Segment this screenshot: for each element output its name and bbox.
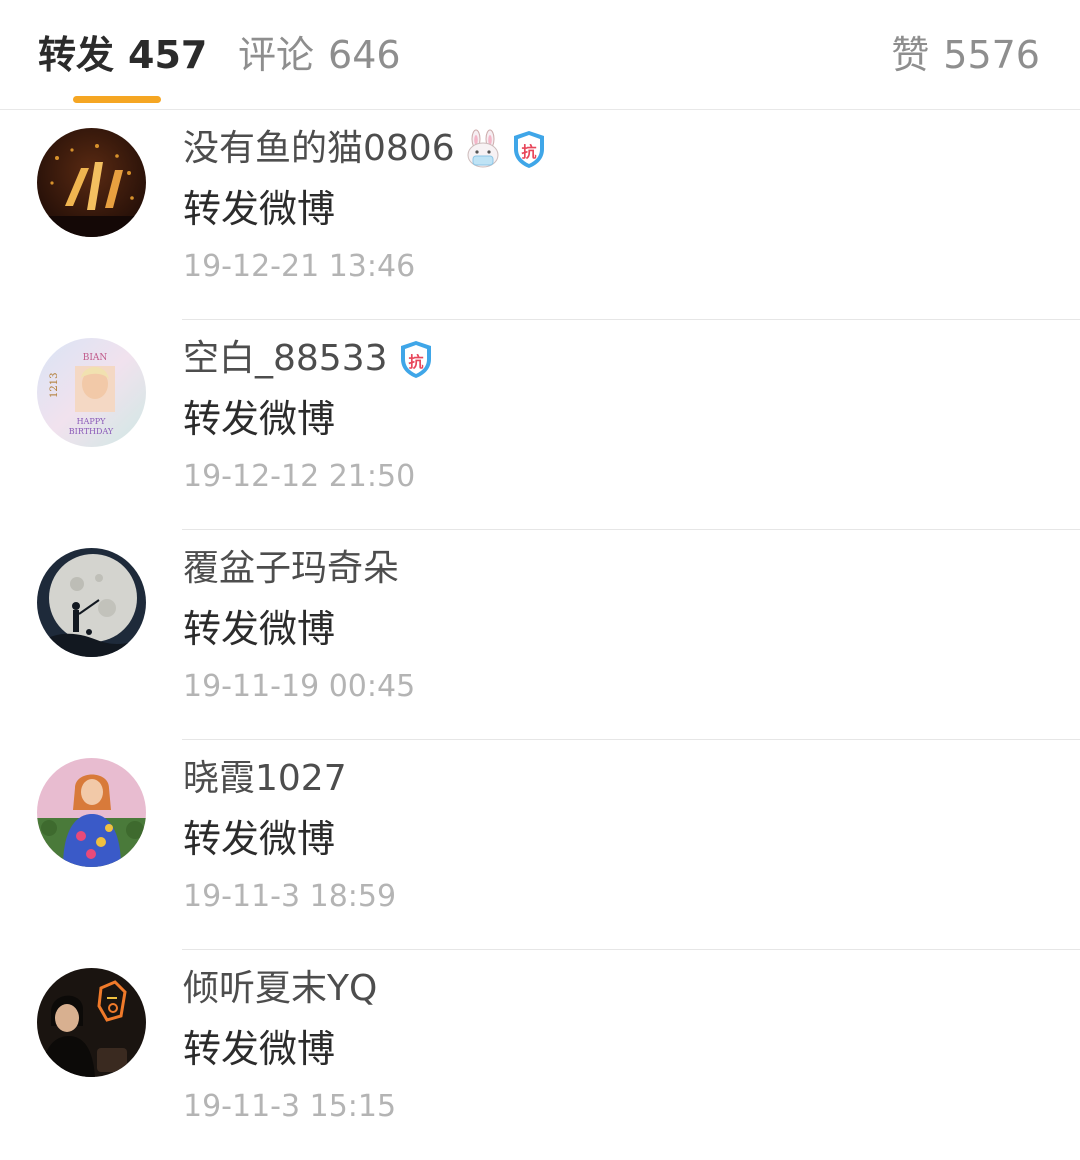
tab-comment-label: 评论 (238, 33, 315, 77)
list-item[interactable]: BIAN HAPPY BIRTHDAY 1213 空白_88533 抗 转发微博… (0, 320, 1080, 530)
name-row: 晓霞1027 (183, 754, 347, 804)
list-item[interactable]: 覆盆子玛奇朵 转发微博 19-11-19 00:45 (0, 530, 1080, 740)
username[interactable]: 空白_88533 (183, 334, 388, 384)
list-item[interactable]: 没有鱼的猫0806 抗 转发微博 19-12-21 13:46 (0, 110, 1080, 320)
repost-content: 转发微博 (183, 607, 336, 651)
list-item[interactable]: 倾听夏末YQ 转发微博 19-11-3 15:15 (0, 950, 1080, 1160)
timestamp: 19-12-21 13:46 (183, 249, 416, 284)
tab-repost[interactable]: 转发 457 (38, 30, 207, 80)
active-tab-indicator (73, 96, 161, 103)
tab-like-label: 赞 (891, 33, 930, 77)
repost-content: 转发微博 (183, 397, 336, 441)
username[interactable]: 晓霞1027 (183, 754, 347, 804)
svg-text:BIAN: BIAN (83, 353, 108, 363)
tab-comment-count: 646 (328, 33, 401, 77)
name-row: 没有鱼的猫0806 抗 (183, 124, 547, 174)
repost-content: 转发微博 (183, 187, 336, 231)
avatar[interactable] (37, 128, 146, 237)
timestamp: 19-12-12 21:50 (183, 459, 416, 494)
tab-like-count: 5576 (943, 33, 1040, 77)
list-item[interactable]: 晓霞1027 转发微博 19-11-3 18:59 (0, 740, 1080, 950)
username[interactable]: 倾听夏末YQ (183, 964, 377, 1014)
repost-content: 转发微博 (183, 817, 336, 861)
avatar[interactable]: BIAN HAPPY BIRTHDAY 1213 (37, 338, 146, 447)
username[interactable]: 没有鱼的猫0806 (183, 124, 455, 174)
avatar[interactable] (37, 968, 146, 1077)
shield-kang-icon: 抗 (511, 129, 547, 169)
name-row: 覆盆子玛奇朵 (183, 544, 399, 594)
username[interactable]: 覆盆子玛奇朵 (183, 544, 399, 594)
svg-text:HAPPY: HAPPY (77, 417, 107, 426)
svg-text:抗: 抗 (521, 143, 536, 161)
tab-comment[interactable]: 评论 646 (238, 30, 401, 80)
svg-text:BIRTHDAY: BIRTHDAY (69, 427, 114, 436)
name-row: 倾听夏末YQ (183, 964, 377, 1014)
tab-repost-count: 457 (128, 33, 208, 77)
repost-content: 转发微博 (183, 1027, 336, 1071)
avatar[interactable] (37, 548, 146, 657)
tab-like[interactable]: 赞 5576 (891, 30, 1040, 80)
name-row: 空白_88533 抗 (183, 334, 434, 384)
avatar[interactable] (37, 758, 146, 867)
timestamp: 19-11-3 15:15 (183, 1089, 397, 1124)
shield-kang-icon: 抗 (398, 339, 434, 379)
timestamp: 19-11-19 00:45 (183, 669, 416, 704)
bunny-mask-icon (465, 129, 501, 169)
svg-text:抗: 抗 (408, 353, 423, 371)
tab-repost-label: 转发 (38, 33, 115, 77)
tab-bar: 转发 457 评论 646 赞 5576 (0, 0, 1080, 110)
repost-list: 没有鱼的猫0806 抗 转发微博 19-12-21 13:46 BIAN HAP… (0, 110, 1080, 1160)
timestamp: 19-11-3 18:59 (183, 879, 397, 914)
svg-text:1213: 1213 (49, 373, 60, 398)
